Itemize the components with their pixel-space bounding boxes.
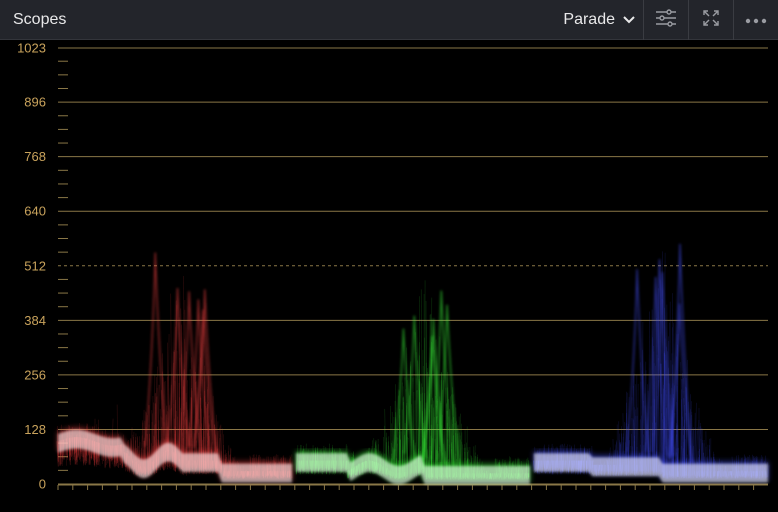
chevron-down-icon	[623, 16, 635, 24]
scope-traces	[56, 243, 770, 485]
scale-label: 512	[24, 258, 46, 273]
scale-label: 256	[24, 367, 46, 382]
scale-label: 896	[24, 95, 46, 110]
green-channel-trace	[295, 280, 531, 485]
scale-label: 768	[24, 149, 46, 164]
scale-label: 1023	[17, 41, 46, 56]
more-icon	[745, 11, 767, 29]
scope-mode-label: Parade	[563, 11, 615, 28]
scale-label: 384	[24, 313, 46, 328]
scale-label: 128	[24, 422, 46, 437]
expand-icon	[703, 9, 719, 31]
more-options-button[interactable]	[734, 0, 778, 40]
trace-stroke	[767, 465, 770, 477]
scopes-panel: Scopes Parade 0 128 256 384 512 640 768 …	[0, 0, 778, 512]
parade-scope: 0 128 256 384 512 640 768 896 1023	[17, 41, 770, 492]
shadow-band-core	[534, 453, 768, 483]
panel-title: Scopes	[13, 11, 67, 28]
scale-label: 0	[39, 477, 46, 492]
scope-scale-labels: 0 128 256 384 512 640 768 896 1023	[17, 41, 46, 492]
scale-label: 640	[24, 204, 46, 219]
red-channel-trace	[56, 252, 293, 483]
expand-button[interactable]	[689, 0, 733, 40]
scope-mode-dropdown[interactable]: Parade	[563, 8, 635, 32]
scopes-header: Scopes Parade	[0, 0, 778, 40]
scope-settings-button[interactable]	[644, 0, 688, 40]
blue-channel-trace	[532, 243, 770, 483]
sliders-icon	[655, 8, 677, 32]
